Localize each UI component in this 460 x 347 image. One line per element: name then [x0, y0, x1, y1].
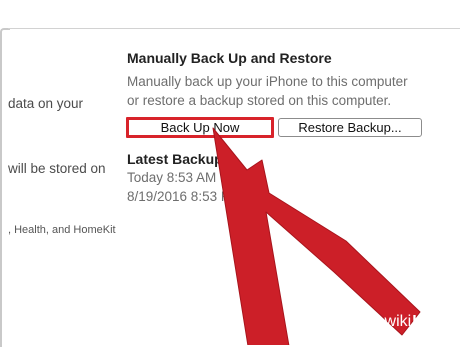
panel-left-border: [0, 28, 10, 347]
watermark-wiki: wiki: [384, 313, 412, 330]
latest-backup-entry-2: 8/19/2016 8:53 P: [127, 189, 230, 204]
left-column-text-2: will be stored on: [8, 161, 106, 176]
itunes-backups-panel: data on your will be stored on , Health,…: [0, 0, 460, 347]
latest-backup-entry-1: Today 8:53 AM t: [127, 170, 224, 185]
latest-backups-title: Latest Backups: [127, 151, 231, 167]
left-column-text-3: , Health, and HomeKit: [8, 224, 116, 236]
panel-top-divider: [8, 28, 460, 29]
watermark-how: How: [412, 313, 446, 330]
manual-backup-title: Manually Back Up and Restore: [127, 50, 332, 66]
restore-backup-button[interactable]: Restore Backup...: [278, 118, 422, 137]
wikihow-watermark: wiki How: [385, 309, 446, 335]
left-column-text-1: data on your: [8, 96, 84, 111]
back-up-now-button[interactable]: Back Up Now: [126, 117, 274, 138]
manual-backup-desc-line2: or restore a backup stored on this compu…: [127, 93, 392, 108]
manual-backup-desc-line1: Manually back up your iPhone to this com…: [127, 74, 408, 89]
